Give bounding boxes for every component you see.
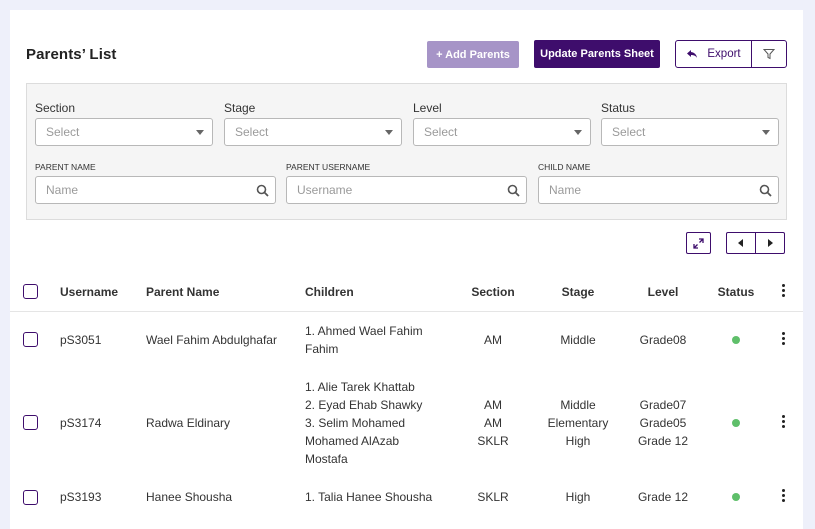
row-parent-name: Radwa Eldinary — [146, 416, 231, 430]
chevron-down-icon — [196, 130, 204, 135]
level-line: Grade 12 — [637, 434, 689, 448]
stage-line: Middle — [560, 398, 596, 412]
section-select-value: Select — [46, 125, 80, 139]
header-more-icon[interactable] — [782, 284, 786, 297]
child-line: 2. Eyad Ehab Shawky — [305, 398, 423, 412]
column-header-section[interactable]: Section — [463, 285, 523, 299]
row-more-icon[interactable] — [782, 489, 786, 502]
next-page-button[interactable] — [755, 232, 785, 254]
page-title: Parents’ List — [26, 46, 117, 63]
parent-username-input[interactable]: Username — [286, 176, 527, 204]
parent-name-input[interactable]: Name — [35, 176, 276, 204]
child-line: 1. Ahmed Wael Fahim — [305, 324, 423, 338]
chevron-down-icon — [385, 130, 393, 135]
column-header-status[interactable]: Status — [706, 285, 766, 299]
parent-username-placeholder: Username — [297, 183, 353, 197]
row-children: 1. Ahmed Wael Fahim Fahim — [305, 322, 423, 358]
previous-page-button[interactable] — [726, 232, 756, 254]
caret-right-icon — [768, 239, 773, 247]
select-all-checkbox[interactable] — [23, 284, 38, 299]
search-icon — [256, 184, 269, 197]
header-divider — [10, 311, 803, 312]
export-button[interactable]: Export — [675, 40, 752, 68]
row-checkbox[interactable] — [23, 490, 38, 505]
row-checkbox[interactable] — [23, 415, 38, 430]
stage-select[interactable]: Select — [224, 118, 402, 146]
row-checkbox[interactable] — [23, 332, 38, 347]
row-stage: Middle Elementary High — [533, 396, 623, 450]
export-label: Export — [707, 48, 741, 60]
row-children: 1. Talia Hanee Shousha — [305, 488, 432, 506]
level-select-value: Select — [424, 125, 458, 139]
filter-toggle-button[interactable] — [751, 40, 787, 68]
child-line: Mostafa — [305, 452, 348, 466]
stage-select-value: Select — [235, 125, 269, 139]
child-line: Mohamed AlAzab — [305, 434, 400, 448]
level-select[interactable]: Select — [413, 118, 591, 146]
row-section: SKLR — [477, 490, 509, 504]
level-line: Grade05 — [639, 416, 687, 430]
child-name-input[interactable]: Name — [538, 176, 779, 204]
row-section: AM — [484, 333, 502, 347]
column-header-children[interactable]: Children — [305, 285, 354, 299]
stage-filter-label: Stage — [224, 101, 256, 115]
status-select[interactable]: Select — [601, 118, 779, 146]
row-stage: High — [565, 490, 591, 504]
column-header-parent-name[interactable]: Parent Name — [146, 285, 219, 299]
row-more-icon[interactable] — [782, 415, 786, 428]
expand-table-button[interactable] — [686, 232, 711, 254]
status-dot-active — [732, 336, 740, 344]
update-parents-sheet-button[interactable]: Update Parents Sheet — [534, 40, 660, 68]
stage-line: Elementary — [547, 416, 609, 430]
status-dot-active — [732, 493, 740, 501]
child-line: 3. Selim Mohamed — [305, 416, 406, 430]
add-parents-button[interactable]: + Add Parents — [427, 41, 519, 68]
row-stage: Middle — [560, 333, 596, 347]
column-header-stage[interactable]: Stage — [548, 285, 608, 299]
level-line: Grade07 — [639, 398, 687, 412]
status-select-value: Select — [612, 125, 646, 139]
expand-icon — [693, 237, 704, 249]
row-more-icon[interactable] — [782, 332, 786, 345]
search-icon — [507, 184, 520, 197]
row-section: AM AM SKLR — [463, 396, 523, 450]
reply-arrow-icon — [687, 50, 698, 58]
section-line: AM — [484, 416, 502, 430]
caret-left-icon — [738, 239, 743, 247]
child-line: 1. Talia Hanee Shousha — [305, 490, 433, 504]
chevron-down-icon — [574, 130, 582, 135]
row-parent-name: Wael Fahim Abdulghafar — [146, 333, 277, 347]
level-filter-label: Level — [413, 101, 442, 115]
parent-username-label: PARENT USERNAME — [286, 162, 371, 172]
status-dot-active — [732, 419, 740, 427]
child-name-placeholder: Name — [549, 183, 582, 197]
row-username: pS3051 — [60, 333, 102, 347]
column-header-username[interactable]: Username — [60, 285, 118, 299]
filter-funnel-icon — [763, 49, 775, 60]
child-name-label: CHILD NAME — [538, 162, 591, 172]
child-line: Fahim — [305, 342, 339, 356]
section-line: AM — [484, 398, 502, 412]
status-filter-label: Status — [601, 101, 636, 115]
row-level: Grade08 — [639, 333, 687, 347]
stage-line: High — [565, 434, 591, 448]
row-username: pS3174 — [60, 416, 102, 430]
section-filter-label: Section — [35, 101, 76, 115]
search-icon — [759, 184, 772, 197]
parent-name-label: PARENT NAME — [35, 162, 96, 172]
filter-panel: Section Select Stage Select Level Select… — [26, 83, 787, 220]
row-parent-name: Hanee Shousha — [146, 490, 233, 504]
row-level: Grade 12 — [637, 490, 689, 504]
child-line: 1. Alie Tarek Khattab — [305, 380, 415, 394]
parent-name-placeholder: Name — [46, 183, 79, 197]
section-select[interactable]: Select — [35, 118, 213, 146]
row-children: 1. Alie Tarek Khattab 2. Eyad Ehab Shawk… — [305, 378, 422, 468]
row-level: Grade07 Grade05 Grade 12 — [628, 396, 698, 450]
column-header-level[interactable]: Level — [633, 285, 693, 299]
section-line: SKLR — [477, 434, 509, 448]
row-username: pS3193 — [60, 490, 102, 504]
chevron-down-icon — [762, 130, 770, 135]
